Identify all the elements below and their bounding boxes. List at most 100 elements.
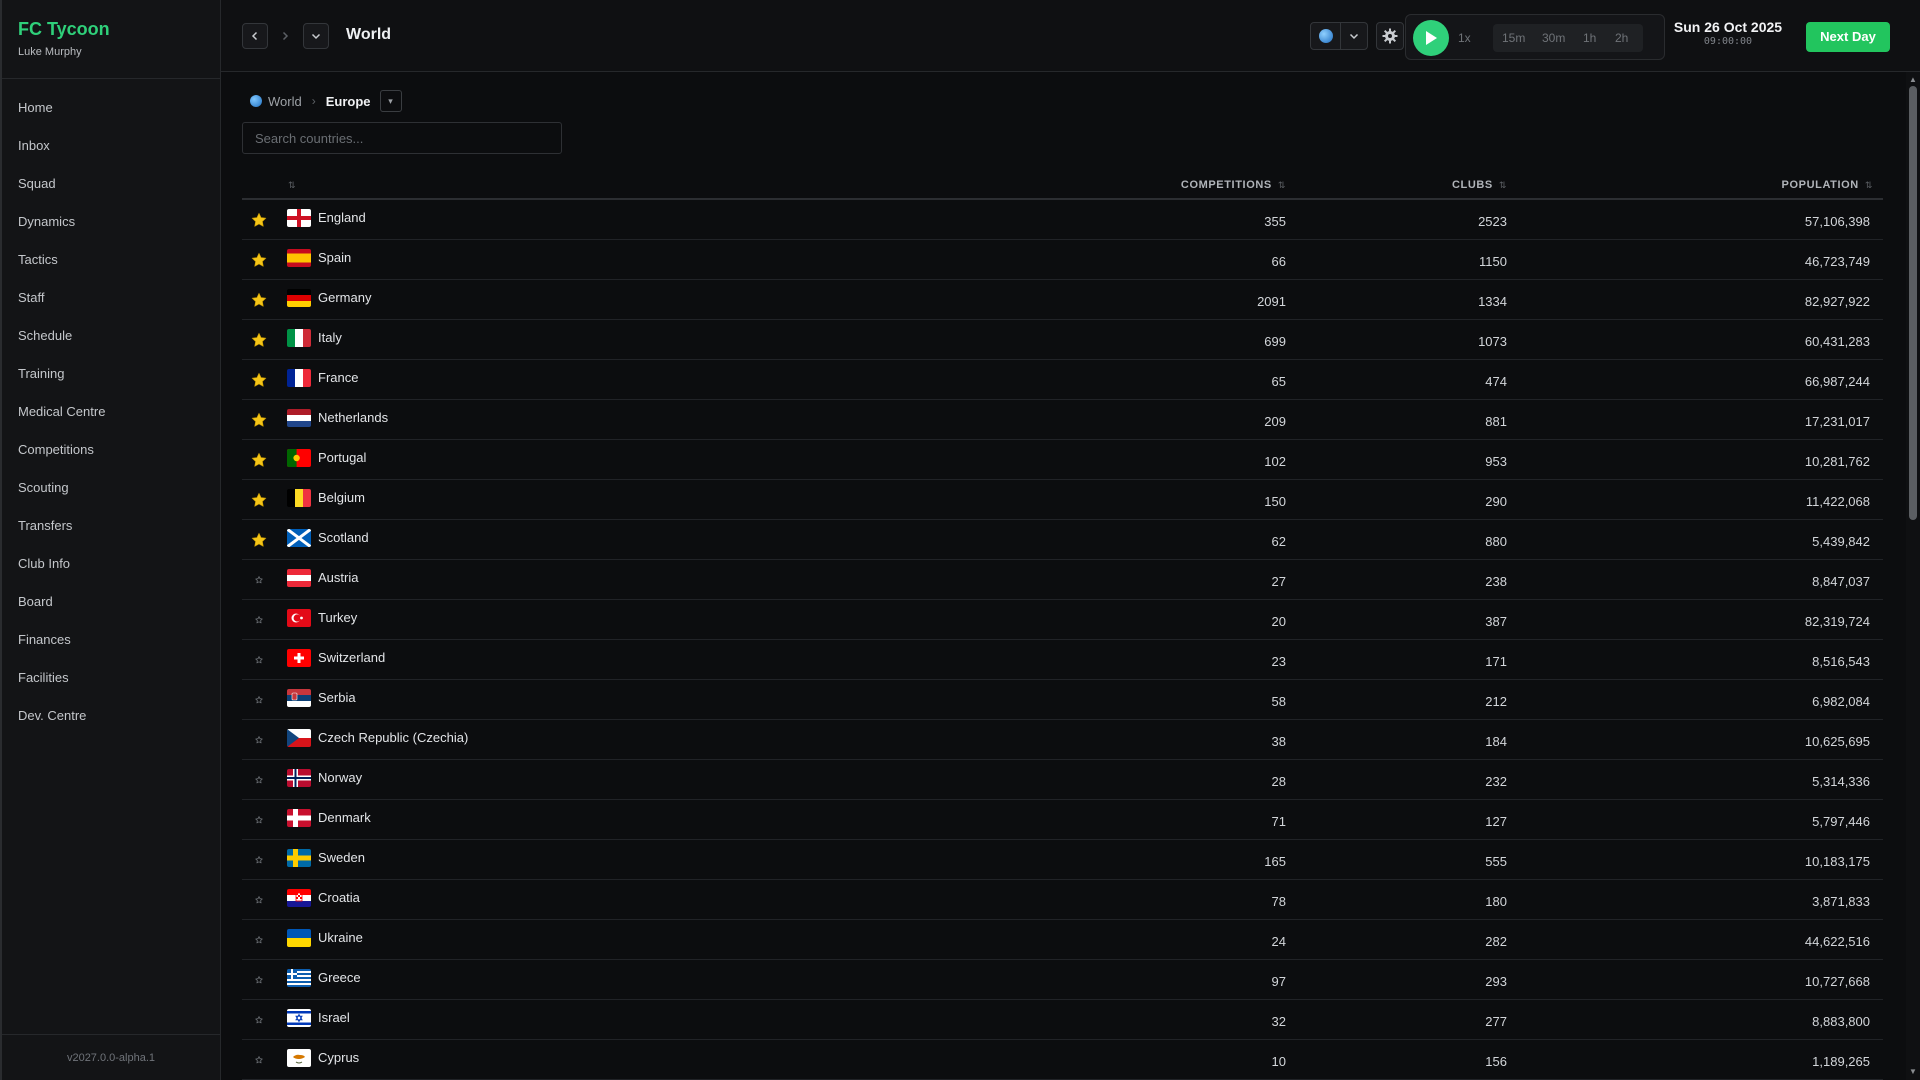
country-name[interactable]: France [318,370,358,385]
country-name[interactable]: Turkey [318,610,357,625]
sidebar-item-squad[interactable]: Squad [2,165,220,203]
country-name[interactable]: Germany [318,290,371,305]
sidebar-item-staff[interactable]: Staff [2,279,220,317]
country-name[interactable]: Cyprus [318,1050,359,1065]
region-selector[interactable] [1310,22,1368,50]
app-title[interactable]: FC Tycoon [18,18,204,40]
star-outline-icon[interactable] [251,892,267,908]
scroll-up-icon[interactable]: ▲ [1908,75,1918,85]
table-row[interactable]: Turkey 20 387 82,319,724 [242,600,1883,640]
star-outline-icon[interactable] [251,692,267,708]
speed-1x[interactable]: 1x [1458,31,1471,45]
table-row[interactable]: Sweden 165 555 10,183,175 [242,840,1883,880]
country-name[interactable]: Norway [318,770,362,785]
table-row[interactable]: Scotland 62 880 5,439,842 [242,520,1883,560]
sidebar-item-transfers[interactable]: Transfers [2,507,220,545]
star-filled-icon[interactable] [251,212,267,228]
star-filled-icon[interactable] [251,412,267,428]
star-filled-icon[interactable] [251,252,267,268]
country-name[interactable]: Czech Republic (Czechia) [318,730,468,745]
star-filled-icon[interactable] [251,372,267,388]
speed-2h[interactable]: 2h [1615,31,1628,45]
search-input[interactable] [242,122,562,154]
speed-15m[interactable]: 15m [1502,31,1525,45]
header-clubs[interactable]: CLUBS ⇅ [1452,179,1507,191]
star-outline-icon[interactable] [251,572,267,588]
country-name[interactable]: Switzerland [318,650,385,665]
settings-button[interactable] [1376,22,1404,50]
history-dropdown-button[interactable] [303,23,329,49]
country-name[interactable]: Scotland [318,530,369,545]
table-row[interactable]: Austria 27 238 8,847,037 [242,560,1883,600]
country-name[interactable]: Belgium [318,490,365,505]
sidebar-item-training[interactable]: Training [2,355,220,393]
country-name[interactable]: Serbia [318,690,356,705]
country-name[interactable]: Denmark [318,810,371,825]
sidebar-item-scouting[interactable]: Scouting [2,469,220,507]
country-name[interactable]: Spain [318,250,351,265]
star-filled-icon[interactable] [251,492,267,508]
forward-button[interactable] [272,23,298,49]
play-button[interactable] [1413,20,1449,56]
sidebar-item-tactics[interactable]: Tactics [2,241,220,279]
sidebar-item-facilities[interactable]: Facilities [2,659,220,697]
region-dropdown-button[interactable] [1341,23,1367,49]
speed-30m[interactable]: 30m [1542,31,1565,45]
sidebar-item-schedule[interactable]: Schedule [2,317,220,355]
country-name[interactable]: Greece [318,970,361,985]
table-row[interactable]: Czech Republic (Czechia) 38 184 10,625,695 [242,720,1883,760]
sidebar-item-home[interactable]: Home [2,89,220,127]
star-outline-icon[interactable] [251,812,267,828]
country-name[interactable]: Sweden [318,850,365,865]
table-row[interactable]: Norway 28 232 5,314,336 [242,760,1883,800]
country-name[interactable]: England [318,210,366,225]
table-row[interactable]: France 65 474 66,987,244 [242,360,1883,400]
table-row[interactable]: Netherlands 209 881 17,231,017 [242,400,1883,440]
sidebar-item-inbox[interactable]: Inbox [2,127,220,165]
country-name[interactable]: Austria [318,570,358,585]
table-row[interactable]: Croatia 78 180 3,871,833 [242,880,1883,920]
country-name[interactable]: Italy [318,330,342,345]
breadcrumb-world[interactable]: World [268,94,302,109]
table-row[interactable]: Ukraine 24 282 44,622,516 [242,920,1883,960]
table-row[interactable]: Italy 699 1073 60,431,283 [242,320,1883,360]
star-outline-icon[interactable] [251,612,267,628]
star-outline-icon[interactable] [251,772,267,788]
scroll-down-icon[interactable]: ▼ [1908,1067,1918,1077]
star-outline-icon[interactable] [251,652,267,668]
table-row[interactable]: Cyprus 10 156 1,189,265 [242,1040,1883,1080]
star-filled-icon[interactable] [251,532,267,548]
star-filled-icon[interactable] [251,332,267,348]
table-row[interactable]: Serbia 58 212 6,982,084 [242,680,1883,720]
next-day-button[interactable]: Next Day [1806,22,1890,52]
region-dropdown-button[interactable]: ▾ [379,90,402,112]
star-filled-icon[interactable] [251,452,267,468]
sort-name-icon[interactable]: ⇅ [288,179,296,191]
sidebar-item-dev-centre[interactable]: Dev. Centre [2,697,220,735]
star-outline-icon[interactable] [251,1052,267,1068]
speed-1h[interactable]: 1h [1583,31,1596,45]
country-name[interactable]: Israel [318,1010,350,1025]
globe-button[interactable] [1311,23,1341,49]
sidebar-item-dynamics[interactable]: Dynamics [2,203,220,241]
country-name[interactable]: Croatia [318,890,360,905]
country-name[interactable]: Portugal [318,450,366,465]
country-name[interactable]: Netherlands [318,410,388,425]
sidebar-item-medical-centre[interactable]: Medical Centre [2,393,220,431]
back-button[interactable] [242,23,268,49]
table-row[interactable]: Belgium 150 290 11,422,068 [242,480,1883,520]
country-name[interactable]: Ukraine [318,930,363,945]
sidebar-item-board[interactable]: Board [2,583,220,621]
star-outline-icon[interactable] [251,932,267,948]
table-row[interactable]: Greece 97 293 10,727,668 [242,960,1883,1000]
sidebar-item-finances[interactable]: Finances [2,621,220,659]
table-row[interactable]: England 355 2523 57,106,398 [242,200,1883,240]
sidebar-item-club-info[interactable]: Club Info [2,545,220,583]
header-competitions[interactable]: COMPETITIONS ⇅ [1181,179,1286,191]
star-filled-icon[interactable] [251,292,267,308]
table-row[interactable]: Denmark 71 127 5,797,446 [242,800,1883,840]
table-row[interactable]: Spain 66 1150 46,723,749 [242,240,1883,280]
star-outline-icon[interactable] [251,732,267,748]
table-row[interactable]: Switzerland 23 171 8,516,543 [242,640,1883,680]
star-outline-icon[interactable] [251,1012,267,1028]
